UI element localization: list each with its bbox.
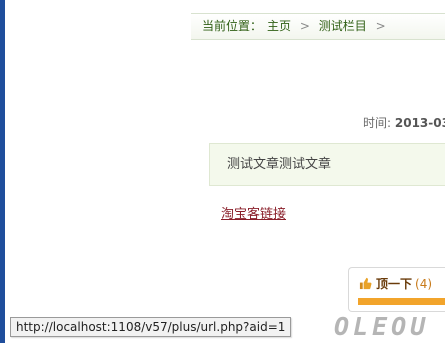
breadcrumb-label: 当前位置： xyxy=(202,19,263,33)
vote-progress-bar xyxy=(358,298,445,305)
vote-up-button[interactable]: 顶一下 (4) xyxy=(359,275,432,292)
vote-label: 顶一下 xyxy=(376,277,413,291)
window-left-border xyxy=(0,0,5,343)
browser-status-bar: http://localhost:1108/v57/plus/url.php?a… xyxy=(10,317,292,337)
time-label: 时间: xyxy=(363,116,392,130)
time-value: 2013-03 xyxy=(394,116,445,130)
breadcrumb-item-home[interactable]: 主页 xyxy=(267,19,291,33)
article-summary: 测试文章测试文章 xyxy=(209,143,445,186)
breadcrumb-separator: > xyxy=(299,19,310,33)
thumbs-up-icon xyxy=(359,277,372,290)
vote-progress-fill xyxy=(358,298,445,305)
vote-box: 顶一下 (4) xyxy=(348,267,445,312)
article-time: 时间: 2013-03 xyxy=(363,114,445,131)
breadcrumb-item-category[interactable]: 测试栏目 xyxy=(319,19,367,33)
watermark-logo: OLEOU xyxy=(334,312,430,341)
breadcrumb-separator: > xyxy=(375,19,386,33)
vote-count: (4) xyxy=(415,277,433,291)
taobao-link[interactable]: 淘宝客链接 xyxy=(221,203,286,222)
breadcrumb: 当前位置： 主页 > 测试栏目 > xyxy=(191,13,445,40)
